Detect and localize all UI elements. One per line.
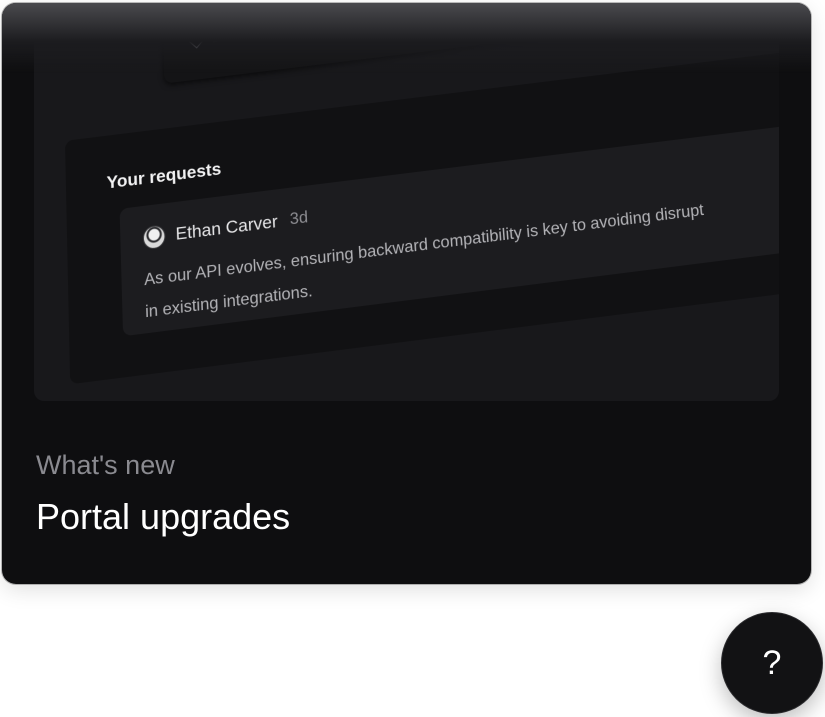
requests-panel: Your requests Ethan Carver 3d As our API… [64,42,779,385]
priority-label: Low [211,25,242,47]
card-caption: What's new [36,450,175,480]
request-age: 3d [289,208,309,229]
request-header: Ethan Carver 3d [142,207,309,251]
card-headline: Portal upgrades [36,496,291,537]
tilted-portal-preview: Low Mediu Your requests Ethan Carver 3d [34,3,779,401]
requests-title: Your requests [106,158,222,193]
whats-new-card[interactable]: Low Mediu Your requests Ethan Carver 3d [2,3,811,584]
request-body: As our API evolves, ensuring backward co… [144,176,779,329]
question-icon: ? [762,643,782,682]
diamond-icon [188,32,205,49]
help-button[interactable]: ? [721,612,823,714]
double-diamond-icon [285,20,304,36]
avatar [142,224,166,251]
priority-medium: Mediu [285,11,355,38]
request-item: Ethan Carver 3d As our API evolves, ensu… [119,113,779,337]
preview-image: Low Mediu Your requests Ethan Carver 3d [34,3,779,401]
request-author: Ethan Carver [175,211,279,245]
priority-label: Mediu [310,11,355,35]
priority-low: Low [188,25,242,50]
